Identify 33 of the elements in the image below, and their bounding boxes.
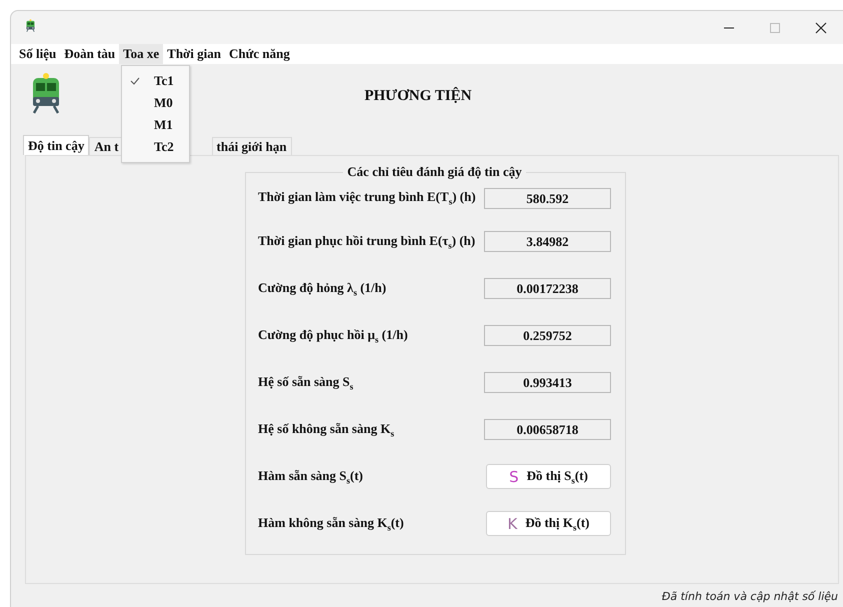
- menu-item[interactable]: Số liệu: [15, 44, 60, 64]
- menu-item[interactable]: Chức năng: [224, 44, 294, 64]
- field-label: Hệ số không sẵn sàng K$_{s}$: [258, 420, 394, 438]
- menu-item[interactable]: M0: [122, 92, 189, 114]
- tab[interactable]: An t: [89, 137, 124, 156]
- value-field: 3.84982: [484, 231, 611, 252]
- value-field: 0.993413: [484, 372, 611, 394]
- field-label: Hàm không sẵn sàng K$_{s}$(t): [258, 514, 404, 532]
- value-field: 580.592: [484, 188, 611, 209]
- field-label: Cường độ phục hồi μ$_{s}$ (1/h): [258, 326, 408, 344]
- menu-item[interactable]: M1: [122, 114, 189, 136]
- menu-item[interactable]: Thời gian: [163, 44, 225, 64]
- page-heading: PHƯƠNG TIỆN: [364, 88, 472, 104]
- field-label: Thời gian phục hồi trung bình E(τ$_{s}$) (h): [258, 232, 476, 250]
- value-field: 0.259752: [484, 325, 611, 346]
- status-text: Đã tính toán và cập nhật số liệu: [662, 590, 838, 603]
- tab[interactable]: Độ tin cậy: [23, 135, 90, 156]
- menu-item[interactable]: Tc2: [122, 136, 189, 158]
- field-label: Cường độ hỏng λ$_{s}$ (1/h): [258, 280, 386, 298]
- chart-button[interactable]: K Đồ thị K$_{s}$(t): [486, 511, 611, 536]
- chart-icon: S: [509, 468, 519, 486]
- field-label: Thời gian làm việc trung bình E(T$_{s}$) (h): [258, 189, 476, 207]
- tab[interactable]: thái giới hạn: [212, 137, 292, 156]
- field-label: Hàm sẵn sàng S$_{s}$(t): [258, 468, 364, 486]
- chart-icon: K: [507, 514, 518, 533]
- menu-item[interactable]: Toa xe: [119, 44, 164, 64]
- menu-item[interactable]: Đoàn tàu: [60, 44, 120, 64]
- group-title: Các chỉ tiêu đánh giá độ tin cậy: [346, 164, 523, 180]
- value-field: 0.00658718: [484, 419, 611, 440]
- value-field: 0.00172238: [484, 278, 611, 300]
- field-label: Hệ số sẵn sàng S$_{s}$: [258, 374, 354, 392]
- menu-item[interactable]: Tc1: [122, 70, 189, 92]
- chart-button[interactable]: S Đồ thị S$_{s}$(t): [486, 464, 611, 490]
